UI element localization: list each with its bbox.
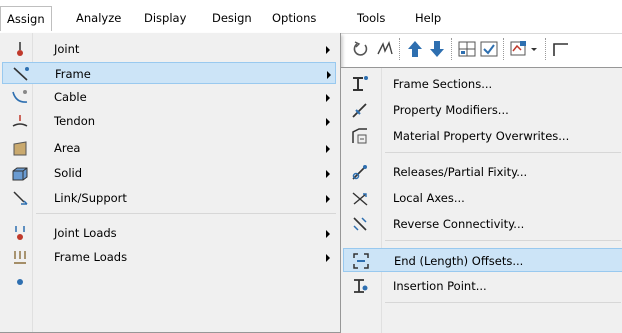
submenu-arrow-icon xyxy=(326,94,330,102)
chevron-down-icon[interactable] xyxy=(529,39,539,59)
submenu-item-label: Reverse Connectivity... xyxy=(393,217,525,231)
submenu-item-insertion-point[interactable]: Insertion Point... xyxy=(343,274,622,298)
move-down-icon[interactable] xyxy=(427,39,447,59)
menu-item-label: Frame Loads xyxy=(54,250,128,264)
submenu-arrow-icon xyxy=(326,254,330,262)
local-axes-icon xyxy=(351,189,369,207)
frame-loads-icon xyxy=(12,249,28,265)
submenu-arrow-icon xyxy=(326,170,330,178)
submenu-item-label: Local Axes... xyxy=(393,191,465,205)
menu-options[interactable]: Options xyxy=(266,10,322,26)
submenu-item-reverse-connectivity[interactable]: Reverse Connectivity... xyxy=(343,212,622,236)
joint-loads-icon xyxy=(12,225,28,241)
frame-draw-icon[interactable] xyxy=(551,39,571,59)
tendon-icon xyxy=(12,113,28,129)
submenu-item-label: End (Length) Offsets... xyxy=(394,254,524,268)
menu-item-joint[interactable]: Joint xyxy=(2,38,336,60)
submenu-item-end-offsets[interactable]: End (Length) Offsets... xyxy=(343,248,622,272)
menu-item-cable[interactable]: Cable xyxy=(2,86,336,108)
submenu-item-property-modifiers[interactable]: Property Modifiers... xyxy=(343,98,622,122)
cable-icon xyxy=(12,89,28,105)
menu-item-joint-loads[interactable]: Joint Loads xyxy=(2,222,336,244)
submenu-separator xyxy=(385,302,621,303)
submenu-arrow-icon xyxy=(327,71,331,79)
submenu-item-label: Property Modifiers... xyxy=(393,103,509,117)
submenu-item-material-overwrites[interactable]: Material Property Overwrites... xyxy=(343,124,622,148)
frame-sections-icon xyxy=(351,75,369,93)
releases-icon xyxy=(351,163,369,181)
joint-icon xyxy=(12,41,28,57)
menu-separator xyxy=(36,213,336,214)
menu-item-label: Joint Loads xyxy=(54,226,117,240)
insertion-point-icon xyxy=(351,277,369,295)
toolbar xyxy=(343,34,622,66)
submenu-item-local-axes[interactable]: Local Axes... xyxy=(343,186,622,210)
display-options-icon[interactable] xyxy=(509,39,529,59)
menu-item-label: Link/Support xyxy=(54,191,127,205)
menu-item-label: Solid xyxy=(54,166,83,180)
submenu-item-frame-sections[interactable]: Frame Sections... xyxy=(343,72,622,96)
submenu-separator xyxy=(385,152,621,153)
menu-display[interactable]: Display xyxy=(138,10,192,26)
menu-item-partial xyxy=(2,271,336,285)
menu-item-area[interactable]: Area xyxy=(2,137,336,159)
checkbox-icon[interactable] xyxy=(479,39,499,59)
menu-item-tendon[interactable]: Tendon xyxy=(2,110,336,132)
submenu-item-releases[interactable]: Releases/Partial Fixity... xyxy=(343,160,622,184)
menu-item-solid[interactable]: Solid xyxy=(2,162,336,184)
frame-icon xyxy=(13,66,29,82)
material-overwrites-icon xyxy=(351,127,369,145)
menu-tools[interactable]: Tools xyxy=(351,10,391,26)
area-icon xyxy=(12,140,28,156)
menu-item-link-support[interactable]: Link/Support xyxy=(2,187,336,209)
submenu-arrow-icon xyxy=(326,145,330,153)
link-support-icon xyxy=(12,190,28,206)
submenu-item-label: Releases/Partial Fixity... xyxy=(393,165,528,179)
pan-3d-icon[interactable] xyxy=(375,39,395,59)
submenu-arrow-icon xyxy=(326,195,330,203)
menu-item-label: Area xyxy=(54,141,81,155)
submenu-item-label: Material Property Overwrites... xyxy=(393,129,570,143)
frame-submenu: Frame Sections... Property Modifiers... … xyxy=(340,67,622,333)
cutoff-icon xyxy=(12,274,28,290)
menu-analyze[interactable]: Analyze xyxy=(70,10,127,26)
menu-item-frame-loads[interactable]: Frame Loads xyxy=(2,246,336,268)
property-modifiers-icon xyxy=(351,101,369,119)
menu-item-label: Frame xyxy=(55,67,91,81)
submenu-arrow-icon xyxy=(326,118,330,126)
move-up-icon[interactable] xyxy=(405,39,425,59)
menu-design[interactable]: Design xyxy=(206,10,258,26)
end-offsets-icon xyxy=(352,252,370,270)
menu-assign[interactable]: Assign xyxy=(0,6,52,31)
submenu-arrow-icon xyxy=(326,230,330,238)
menu-help[interactable]: Help xyxy=(409,10,447,26)
submenu-arrow-icon xyxy=(326,46,330,54)
submenu-item-label: Insertion Point... xyxy=(393,279,487,293)
menu-item-label: Tendon xyxy=(54,114,96,128)
menu-bar: Assign Analyze Display Design Options To… xyxy=(0,0,622,34)
submenu-item-label: Frame Sections... xyxy=(393,77,493,91)
assign-menu: Joint Frame Cable Tendon Area Solid Link… xyxy=(0,33,341,333)
menu-item-label: Cable xyxy=(54,90,87,104)
rotate-icon[interactable] xyxy=(351,39,371,59)
submenu-separator xyxy=(385,240,621,241)
solid-icon xyxy=(12,165,28,181)
grid-icon[interactable] xyxy=(457,39,477,59)
menu-item-frame[interactable]: Frame xyxy=(2,62,336,84)
reverse-connectivity-icon xyxy=(351,215,369,233)
menu-item-label: Joint xyxy=(54,42,80,56)
